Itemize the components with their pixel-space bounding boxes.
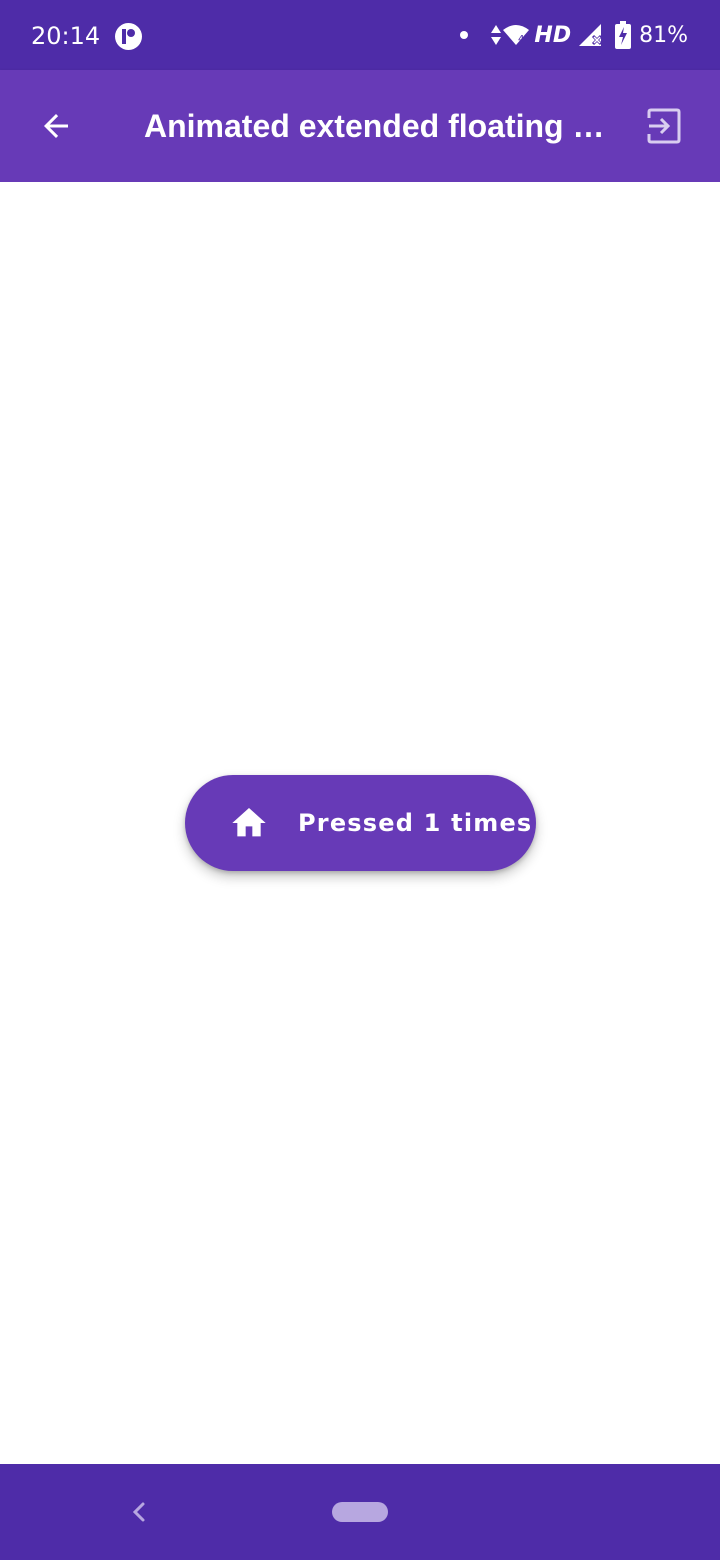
navigation-bar (0, 1464, 720, 1560)
app-bar: Animated extended floating … (0, 70, 720, 182)
dot-icon (460, 31, 469, 39)
network-type-label: HD (534, 22, 572, 48)
arrow-back-icon (44, 114, 68, 138)
data-arrows-icon (490, 23, 502, 47)
nav-home-pill[interactable] (332, 1502, 388, 1522)
status-icons: 4 HD 81% (460, 19, 688, 51)
page-title: Animated extended floating … (144, 108, 604, 144)
nav-back-icon[interactable] (124, 1496, 154, 1528)
extended-fab-button[interactable]: Pressed 1 times (185, 775, 536, 871)
home-icon (232, 808, 266, 837)
wifi-icon: 4 (502, 23, 530, 47)
battery-percentage: 81% (639, 22, 688, 48)
exit-to-app-icon (647, 108, 681, 144)
battery-charging-icon (615, 21, 632, 49)
app-notification-icon (114, 22, 143, 51)
status-time: 20:14 (31, 22, 101, 50)
exit-button[interactable] (636, 98, 692, 154)
status-bar: 20:14 4 HD 81% (0, 0, 720, 70)
svg-text:4: 4 (518, 34, 524, 45)
fab-label: Pressed 1 times (298, 809, 533, 837)
signal-icon (577, 22, 605, 48)
back-button[interactable] (28, 98, 84, 154)
